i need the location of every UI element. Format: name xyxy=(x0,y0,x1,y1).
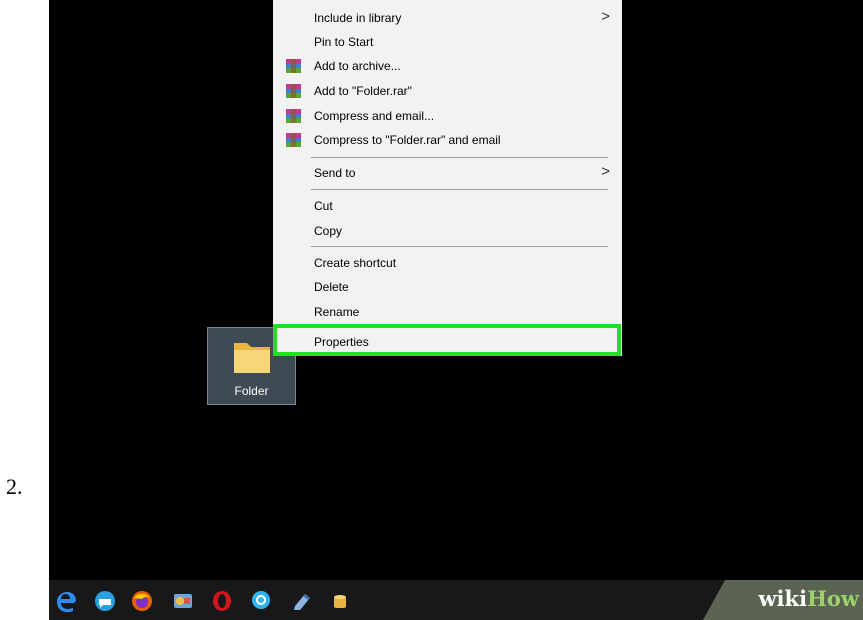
wikihow-watermark: wikiHow xyxy=(703,580,863,620)
menu-item-label: Create shortcut xyxy=(314,256,397,270)
menu-item-label: Compress to "Folder.rar" and email xyxy=(314,133,501,147)
properties-highlight-box xyxy=(273,324,621,356)
menu-item-copy[interactable]: Copy xyxy=(273,219,622,243)
menu-separator xyxy=(311,157,608,158)
menu-item-add-to-archive[interactable]: Add to archive... xyxy=(273,54,622,78)
folder-label: Folder xyxy=(234,384,269,398)
storage-icon[interactable] xyxy=(329,590,351,612)
firefox-icon[interactable] xyxy=(131,590,153,612)
menu-item-label: Pin to Start xyxy=(314,35,374,49)
edge-icon[interactable] xyxy=(55,590,77,612)
menu-item-label: Include in library xyxy=(314,11,402,25)
menu-item-include-in-library[interactable]: Include in library > xyxy=(273,6,622,30)
menu-item-compress-to-folder-rar-and-email[interactable]: Compress to "Folder.rar" and email xyxy=(273,128,622,152)
wikihow-watermark-how: How xyxy=(807,586,859,611)
menu-separator xyxy=(311,246,608,247)
menu-item-label: Add to archive... xyxy=(314,59,401,73)
menu-item-cut[interactable]: Cut xyxy=(273,194,622,218)
chevron-right-icon: > xyxy=(601,163,610,180)
menu-item-label: Send to xyxy=(314,166,356,180)
winrar-icon xyxy=(286,84,301,98)
menu-item-label: Add to "Folder.rar" xyxy=(314,84,412,98)
menu-item-compress-and-email[interactable]: Compress and email... xyxy=(273,104,622,128)
menu-item-create-shortcut[interactable]: Create shortcut xyxy=(273,251,622,275)
menu-separator xyxy=(311,189,608,190)
menu-item-rename[interactable]: Rename xyxy=(273,300,622,324)
winrar-icon xyxy=(286,133,301,147)
winrar-icon xyxy=(286,109,301,123)
menu-item-label: Cut xyxy=(314,199,333,213)
control-panel-icon[interactable] xyxy=(172,590,194,612)
opera-icon[interactable] xyxy=(211,590,233,612)
notepad-icon[interactable] xyxy=(291,590,313,612)
menu-item-pin-to-start[interactable]: Pin to Start xyxy=(273,30,622,54)
menu-item-label: Rename xyxy=(314,305,360,319)
desktop: Folder Include in library > Pin to Start… xyxy=(49,0,863,620)
winrar-icon xyxy=(286,59,301,73)
menu-item-label: Copy xyxy=(314,224,343,238)
chat-icon[interactable] xyxy=(94,590,116,612)
menu-item-add-to-folder-rar[interactable]: Add to "Folder.rar" xyxy=(273,79,622,103)
context-menu: Include in library > Pin to Start Add to… xyxy=(273,0,622,356)
chevron-right-icon: > xyxy=(601,8,610,25)
taskbar: wikiHow xyxy=(49,580,863,620)
step-number: 2. xyxy=(6,474,23,499)
menu-item-send-to[interactable]: Send to > xyxy=(273,161,622,185)
menu-item-label: Compress and email... xyxy=(314,109,435,123)
menu-item-delete[interactable]: Delete xyxy=(273,275,622,299)
folder-icon xyxy=(231,335,273,381)
wikihow-watermark-wiki: wiki xyxy=(758,586,808,611)
menu-item-label: Delete xyxy=(314,280,349,294)
messenger-icon[interactable] xyxy=(250,590,272,612)
